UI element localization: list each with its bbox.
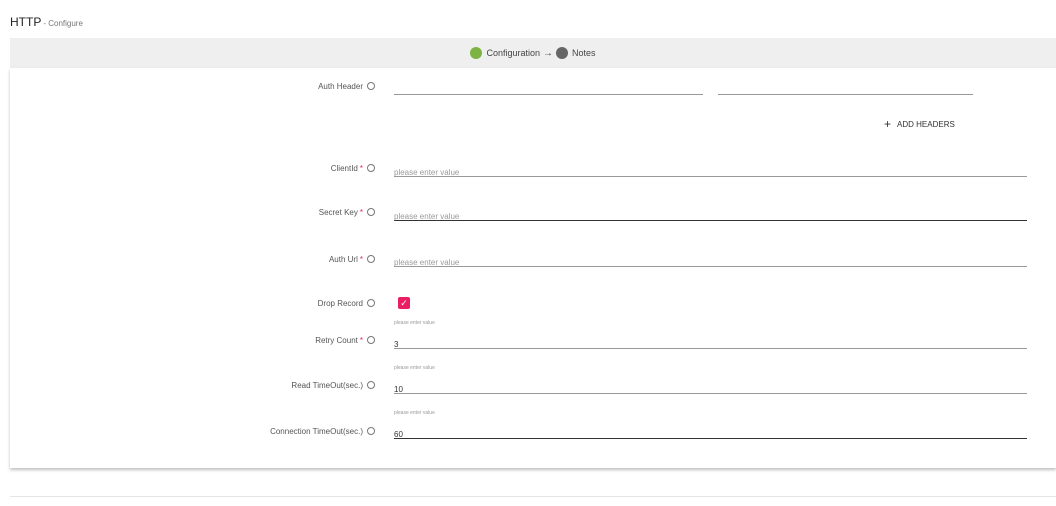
info-icon[interactable] — [367, 381, 375, 389]
page-title: HTTP — [10, 15, 42, 29]
auth-header-key-input[interactable] — [394, 83, 703, 98]
auth-header-value-input[interactable] — [718, 83, 973, 98]
connection-timeout-hint: please enter value — [394, 410, 435, 416]
client-id-input[interactable] — [394, 165, 1027, 180]
info-icon[interactable] — [367, 299, 375, 307]
client-id-field[interactable] — [394, 162, 1027, 180]
step-notes[interactable]: Notes — [556, 47, 596, 59]
read-timeout-hint: please enter value — [394, 365, 435, 371]
step-notes-label: Notes — [572, 48, 596, 58]
auth-header-label: Auth Header — [318, 81, 375, 91]
auth-url-input[interactable] — [394, 255, 1027, 270]
plus-icon: + — [884, 117, 892, 131]
read-timeout-input[interactable] — [394, 382, 1027, 397]
footer-divider — [10, 496, 1056, 497]
retry-count-hint: please enter value — [394, 320, 435, 326]
read-timeout-field[interactable]: please enter value — [394, 365, 1027, 397]
drop-record-label: Drop Record — [318, 298, 375, 308]
stepper: Configuration → Notes — [10, 38, 1056, 68]
auth-url-label-text: Auth Url — [328, 255, 358, 264]
info-icon[interactable] — [367, 164, 375, 172]
client-id-label-text: ClientId — [330, 164, 358, 173]
connection-timeout-input[interactable] — [394, 427, 1027, 442]
secret-key-label-text: Secret Key — [318, 208, 358, 217]
client-id-label: ClientId * — [331, 163, 375, 173]
required-mark: * — [359, 164, 363, 173]
secret-key-input[interactable] — [394, 209, 1027, 224]
auth-header-key-field[interactable] — [394, 80, 703, 98]
read-timeout-label-text: Read TimeOut(sec.) — [291, 381, 363, 390]
info-icon[interactable] — [367, 208, 375, 216]
retry-count-label: Retry Count * — [315, 335, 375, 345]
step-inactive-dot-icon — [556, 47, 569, 59]
auth-header-value-field[interactable] — [718, 80, 973, 98]
info-icon[interactable] — [367, 82, 375, 90]
step-configuration-label: Configuration — [486, 48, 541, 58]
info-icon[interactable] — [367, 255, 375, 263]
auth-url-label: Auth Url * — [329, 254, 375, 264]
secret-key-field[interactable] — [394, 206, 1027, 224]
connection-timeout-label: Connection TimeOut(sec.) — [270, 426, 375, 436]
info-icon[interactable] — [367, 336, 375, 344]
add-headers-label: ADD HEADERS — [897, 119, 955, 129]
drop-record-checkbox[interactable]: ✓ — [398, 297, 410, 309]
page-subtitle: - Configure — [43, 19, 83, 28]
retry-count-field[interactable]: please enter value — [394, 320, 1027, 352]
auth-header-label-text: Auth Header — [318, 82, 363, 91]
required-mark: * — [359, 208, 363, 217]
connection-timeout-label-text: Connection TimeOut(sec.) — [270, 427, 363, 436]
retry-count-label-text: Retry Count — [315, 336, 358, 345]
required-mark: * — [359, 255, 363, 264]
checkmark-icon: ✓ — [400, 297, 408, 308]
page-header: HTTP - Configure — [10, 15, 83, 35]
connection-timeout-field[interactable]: please enter value — [394, 410, 1027, 442]
step-active-dot-icon — [470, 47, 483, 59]
info-icon[interactable] — [367, 427, 375, 435]
add-headers-button[interactable]: + ADD HEADERS — [884, 118, 955, 130]
retry-count-input[interactable] — [394, 337, 1027, 352]
step-configuration[interactable]: Configuration — [470, 47, 540, 59]
arrow-right-icon: → — [543, 47, 554, 59]
drop-record-label-text: Drop Record — [317, 299, 363, 308]
auth-url-field[interactable] — [394, 252, 1027, 270]
read-timeout-label: Read TimeOut(sec.) — [291, 380, 375, 390]
required-mark: * — [359, 336, 363, 345]
secret-key-label: Secret Key * — [319, 207, 375, 217]
